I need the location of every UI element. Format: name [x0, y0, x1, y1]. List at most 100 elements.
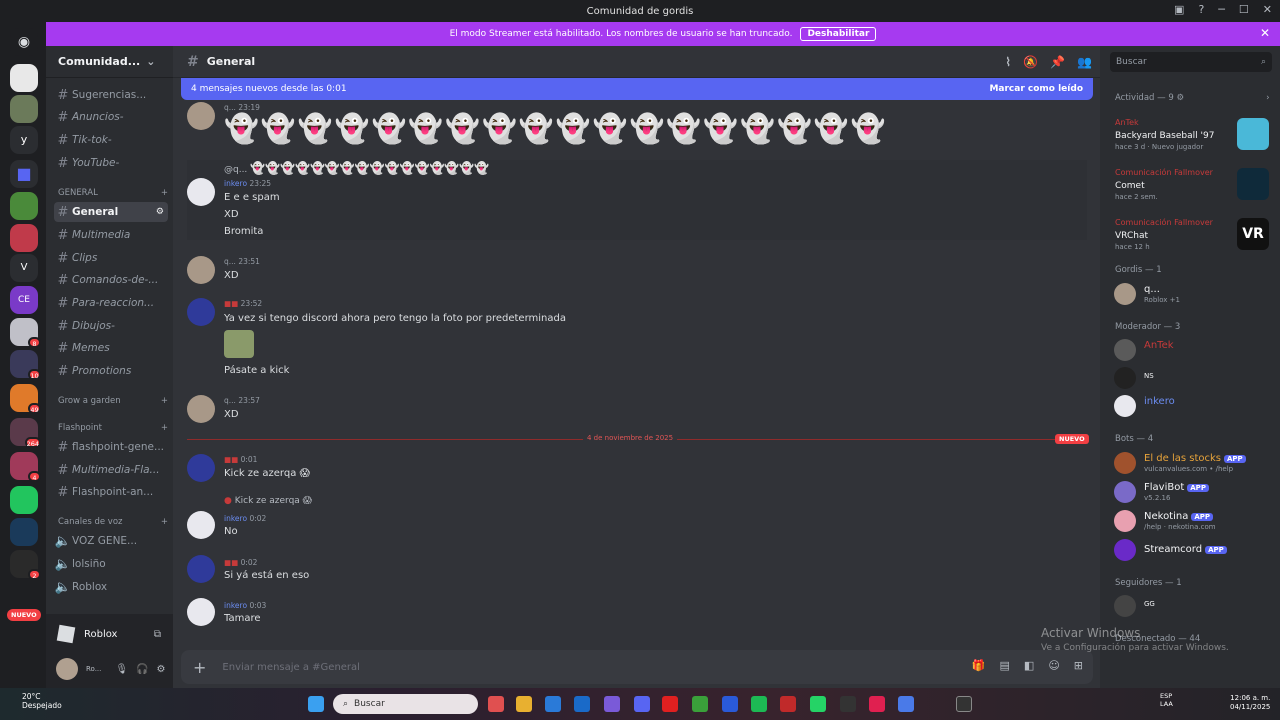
help-icon[interactable]: ?: [1198, 3, 1204, 16]
members-icon[interactable]: 👥: [1077, 55, 1092, 69]
microphone-icon[interactable]: 🎙: [115, 664, 128, 675]
avatar[interactable]: [56, 658, 78, 680]
message-author[interactable]: ■■: [224, 299, 238, 308]
member-item[interactable]: GG: [1114, 593, 1274, 619]
member-item[interactable]: q... Roblox +1: [1114, 281, 1274, 307]
file-explorer-icon[interactable]: [516, 696, 532, 712]
message-author[interactable]: ■■: [224, 558, 238, 567]
server-icon-2[interactable]: [10, 95, 38, 123]
server-icon-4[interactable]: [10, 192, 38, 220]
category-grow[interactable]: Grow a garden +: [58, 396, 168, 406]
avatar[interactable]: [187, 598, 215, 626]
member-item[interactable]: Nekotina APP /help · nekotina.com: [1114, 508, 1274, 534]
voice-channel-item[interactable]: 🔈 VOZ GENE...: [54, 531, 168, 551]
member-item[interactable]: inkero: [1114, 393, 1274, 419]
mark-read-button[interactable]: Marcar como leído: [989, 84, 1083, 94]
server-icon-5[interactable]: [10, 224, 38, 252]
channel-item[interactable]: # Multimedia-Fla...: [54, 460, 168, 480]
gif-icon[interactable]: ▤: [1000, 659, 1010, 672]
server-icon-1[interactable]: [10, 64, 38, 92]
category-voice[interactable]: Canales de voz +: [58, 517, 168, 527]
close-icon[interactable]: ✕: [1260, 26, 1270, 40]
message-author[interactable]: ■■: [224, 455, 238, 464]
message-author[interactable]: inkero: [224, 601, 247, 610]
channel-item-active[interactable]: # General ⚙: [54, 202, 168, 222]
spotify-icon[interactable]: [751, 696, 767, 712]
channel-item[interactable]: # Sugerencias...: [54, 85, 168, 105]
member-item[interactable]: FlaviBot APP v5.2.16: [1114, 479, 1274, 505]
server-icon-12[interactable]: 4: [10, 452, 41, 482]
message-author[interactable]: inkero: [224, 179, 247, 188]
activity-share-icon[interactable]: ⧉: [154, 629, 161, 640]
server-icon-3[interactable]: y: [10, 126, 38, 154]
category-general[interactable]: GENERAL +: [58, 188, 168, 198]
tiktok-icon[interactable]: [869, 696, 885, 712]
settings-icon[interactable]: ⚙: [1176, 93, 1184, 103]
server-icon-6[interactable]: V: [10, 254, 38, 282]
activity-card[interactable]: AnTek Backyard Baseball '97 hace 3 d · N…: [1115, 118, 1273, 162]
minimize-button[interactable]: ─: [1218, 3, 1225, 16]
message-author[interactable]: q...: [224, 396, 236, 405]
gear-icon[interactable]: ⚙: [157, 664, 166, 675]
channel-item[interactable]: # Anuncios-: [54, 107, 168, 127]
app-icon[interactable]: [692, 696, 708, 712]
add-channel-icon[interactable]: +: [161, 423, 168, 433]
chevron-right-icon[interactable]: ›: [1266, 93, 1269, 103]
reply-preview[interactable]: ● Kick ze azerqa 😱: [224, 496, 312, 506]
message-author[interactable]: q...: [224, 103, 236, 112]
channel-item[interactable]: # YouTube-: [54, 153, 168, 173]
channel-item[interactable]: # Flashpoint-an...: [54, 482, 168, 502]
avatar[interactable]: [187, 298, 215, 326]
disable-streamer-button[interactable]: Deshabilitar: [800, 27, 877, 41]
avatar[interactable]: [187, 555, 215, 583]
member-item[interactable]: NS: [1114, 365, 1274, 391]
voice-channel-item[interactable]: 🔈 lolsiño: [54, 554, 168, 574]
activity-card[interactable]: Comunicación Fallmover VRChat hace 12 h …: [1115, 218, 1273, 262]
server-icon-14[interactable]: [10, 518, 38, 546]
search-input[interactable]: Buscar ⌕: [1110, 52, 1272, 72]
channel-item[interactable]: # Memes: [54, 338, 168, 358]
avatar[interactable]: [187, 454, 215, 482]
sticker-icon[interactable]: ◧: [1024, 659, 1034, 672]
server-icon-7[interactable]: CE: [10, 286, 38, 314]
category-flashpoint[interactable]: Flashpoint +: [58, 423, 168, 433]
add-channel-icon[interactable]: +: [161, 517, 168, 527]
server-header[interactable]: Comunidad... ⌄: [46, 46, 173, 78]
channel-item[interactable]: # Comandos-de-...: [54, 270, 168, 290]
app-icon[interactable]: [780, 696, 796, 712]
server-icon-13[interactable]: [10, 486, 38, 514]
channel-item[interactable]: # Promotions: [54, 361, 168, 381]
add-channel-icon[interactable]: +: [161, 188, 168, 198]
app-icon[interactable]: [840, 696, 856, 712]
channel-item[interactable]: # Para-reaccion...: [54, 293, 168, 313]
gift-icon[interactable]: 🎁: [972, 659, 986, 672]
app-icon[interactable]: [604, 696, 620, 712]
app-icon[interactable]: [722, 696, 738, 712]
close-window-button[interactable]: ✕: [1263, 3, 1272, 16]
message-composer[interactable]: + Enviar mensaje a #General 🎁 ▤ ◧ ☺ ⊞: [181, 650, 1093, 684]
language-indicator[interactable]: ESP LAA: [1160, 692, 1173, 708]
member-item[interactable]: AnTek: [1114, 337, 1274, 363]
emoji-icon[interactable]: ☺: [1048, 659, 1059, 672]
server-icon-15[interactable]: 2: [10, 550, 41, 580]
folder-icon[interactable]: ■: [10, 160, 38, 188]
new-messages-bar[interactable]: 4 mensajes nuevos desde las 0:01 Marcar …: [181, 78, 1093, 100]
app-icon[interactable]: [898, 696, 914, 712]
headphones-icon[interactable]: 🎧: [136, 664, 148, 675]
message-author[interactable]: q...: [224, 257, 236, 266]
server-icon-11[interactable]: 264: [10, 418, 41, 448]
activity-card[interactable]: Comunicación Fallmover Comet hace 2 sem.: [1115, 168, 1273, 212]
maximize-button[interactable]: ☐: [1239, 3, 1249, 16]
pin-icon[interactable]: 📌: [1050, 55, 1065, 69]
settings-icon[interactable]: ⚙: [156, 207, 164, 217]
attach-plus-icon[interactable]: +: [193, 658, 206, 677]
channel-item[interactable]: # flashpoint-gene...: [54, 437, 168, 457]
apps-icon[interactable]: ⊞: [1074, 659, 1083, 672]
app-icon[interactable]: [545, 696, 561, 712]
server-icon-10[interactable]: 49: [10, 384, 41, 414]
channel-item[interactable]: # Multimedia: [54, 225, 168, 245]
channel-item[interactable]: # Clips: [54, 248, 168, 268]
message-author[interactable]: inkero: [224, 514, 247, 523]
weather-widget[interactable]: 20°C Despejado: [22, 692, 62, 710]
windows-start-icon[interactable]: [308, 696, 324, 712]
